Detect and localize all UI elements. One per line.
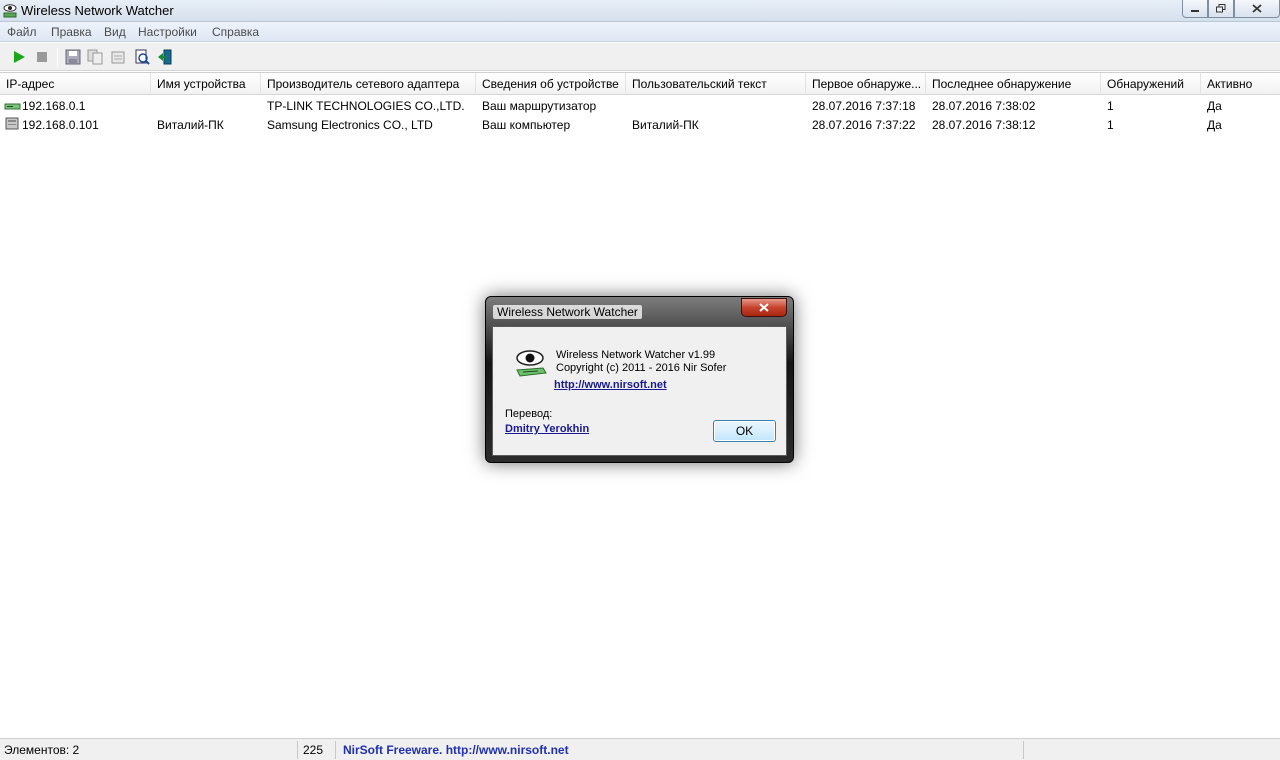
save-icon xyxy=(65,49,81,65)
exit-button[interactable] xyxy=(155,47,175,67)
column-detections[interactable]: Обнаружений xyxy=(1101,73,1201,95)
cell-user-text: Виталий-ПК xyxy=(632,118,699,132)
save-button[interactable] xyxy=(63,47,83,67)
app-icon xyxy=(3,4,17,18)
dialog-translator-link[interactable]: Dmitry Yerokhin xyxy=(505,423,589,435)
html-report-icon xyxy=(135,49,150,65)
copy-button[interactable] xyxy=(85,47,105,67)
dialog-version: Wireless Network Watcher v1.99 xyxy=(556,349,716,361)
cell-ip: 192.168.0.101 xyxy=(22,118,99,132)
status-item-count: Элементов: 2 xyxy=(0,741,298,759)
window-controls xyxy=(1182,0,1280,18)
exit-icon xyxy=(158,49,172,65)
cell-device-name: Виталий-ПК xyxy=(157,118,224,132)
restore-button[interactable] xyxy=(1208,0,1234,18)
menu-help[interactable]: Справка xyxy=(212,25,259,39)
menu-edit[interactable]: Правка xyxy=(51,25,92,39)
status-freeware-link[interactable]: NirSoft Freeware. http://www.nirsoft.net xyxy=(336,741,1024,759)
properties-icon xyxy=(111,51,125,64)
toolbar xyxy=(0,43,1280,71)
stop-icon xyxy=(37,52,47,62)
cell-ip: 192.168.0.1 xyxy=(22,99,86,113)
dialog-close-button[interactable] xyxy=(741,298,787,317)
status-number: 225 xyxy=(298,741,336,759)
table-row[interactable]: 192.168.0.101 Виталий-ПК Samsung Electro… xyxy=(0,115,1280,134)
cell-first-seen: 28.07.2016 7:37:22 xyxy=(812,118,916,132)
minimize-button[interactable] xyxy=(1182,0,1208,18)
cell-last-seen: 28.07.2016 7:38:12 xyxy=(932,118,1036,132)
table-row[interactable]: 192.168.0.1 TP-LINK TECHNOLOGIES CO.,LTD… xyxy=(0,96,1280,115)
minimize-icon xyxy=(1191,9,1199,12)
column-first-seen[interactable]: Первое обнаруже... xyxy=(806,73,926,95)
column-last-seen[interactable]: Последнее обнаружение xyxy=(926,73,1101,95)
properties-button[interactable] xyxy=(108,47,128,67)
dialog-website-link[interactable]: http://www.nirsoft.net xyxy=(554,379,667,391)
cell-detections: 1 xyxy=(1107,99,1114,113)
dialog-translation-label: Перевод: xyxy=(505,408,553,420)
close-icon xyxy=(759,303,769,312)
cell-device-info: Ваш компьютер xyxy=(482,118,571,132)
cell-active: Да xyxy=(1207,118,1222,132)
column-device-name[interactable]: Имя устройства xyxy=(151,73,261,95)
dialog-copyright: Copyright (c) 2011 - 2016 Nir Sofer xyxy=(556,362,727,374)
cell-detections: 1 xyxy=(1107,118,1114,132)
column-device-info[interactable]: Сведения об устройстве xyxy=(476,73,626,95)
restore-icon xyxy=(1216,4,1226,13)
column-active[interactable]: Активно xyxy=(1201,73,1280,95)
column-user-text[interactable]: Пользовательский текст xyxy=(626,73,806,95)
window-title: Wireless Network Watcher xyxy=(21,3,174,18)
close-button[interactable] xyxy=(1234,0,1280,18)
cell-active: Да xyxy=(1207,99,1222,113)
computer-icon xyxy=(5,117,19,130)
play-icon xyxy=(14,51,25,63)
ok-button[interactable]: OK xyxy=(713,420,776,442)
menu-bar: Файл Правка Вид Настройки Справка xyxy=(0,22,1280,42)
column-vendor[interactable]: Производитель сетевого адаптера xyxy=(261,73,476,95)
list-header: IP-адрес Имя устройства Производитель се… xyxy=(0,73,1280,95)
dialog-body: Wireless Network Watcher v1.99 Copyright… xyxy=(492,326,787,456)
close-icon xyxy=(1252,4,1262,13)
about-dialog: Wireless Network Watcher Wireless Networ… xyxy=(485,296,794,463)
column-ip[interactable]: IP-адрес xyxy=(0,73,151,95)
cell-vendor: Samsung Electronics CO., LTD xyxy=(267,118,433,132)
cell-last-seen: 28.07.2016 7:38:02 xyxy=(932,99,1036,113)
menu-file[interactable]: Файл xyxy=(7,25,37,39)
app-logo-icon xyxy=(516,350,547,377)
copy-icon xyxy=(87,49,103,65)
html-report-button[interactable] xyxy=(132,47,152,67)
toolbar-separator xyxy=(57,48,58,66)
title-bar: Wireless Network Watcher xyxy=(0,0,1280,22)
cell-vendor: TP-LINK TECHNOLOGIES CO.,LTD. xyxy=(267,99,465,113)
menu-view[interactable]: Вид xyxy=(104,25,126,39)
stop-button[interactable] xyxy=(32,47,52,67)
router-icon xyxy=(4,103,21,110)
status-bar: Элементов: 2 225 NirSoft Freeware. http:… xyxy=(0,738,1280,760)
cell-first-seen: 28.07.2016 7:37:18 xyxy=(812,99,916,113)
start-button[interactable] xyxy=(9,47,29,67)
status-empty-panel xyxy=(1024,741,1280,759)
cell-device-info: Ваш маршрутизатор xyxy=(482,99,597,113)
dialog-title: Wireless Network Watcher xyxy=(493,305,642,319)
menu-settings[interactable]: Настройки xyxy=(138,25,197,39)
